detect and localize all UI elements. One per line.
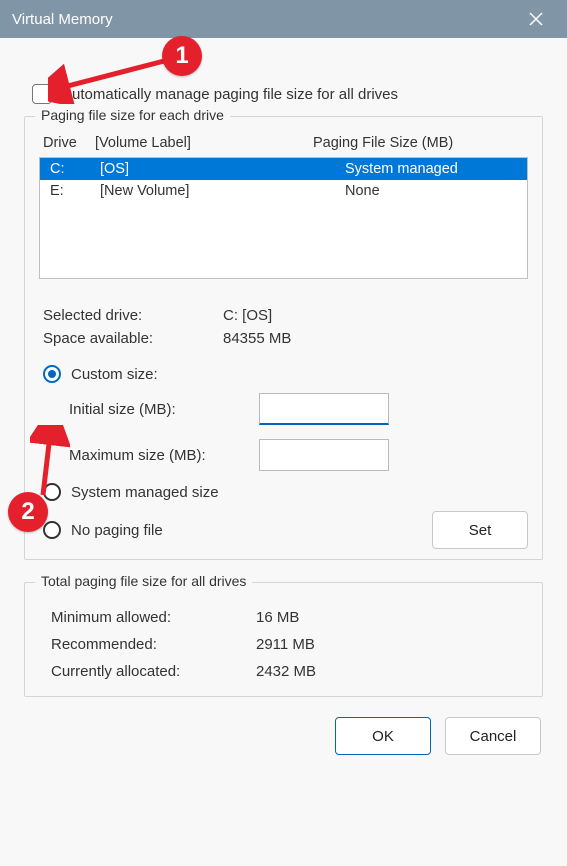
totals-group-title: Total paging file size for all drives <box>35 573 252 589</box>
auto-manage-checkbox[interactable] <box>32 84 52 104</box>
space-available-label: Space available: <box>43 330 223 347</box>
totals-group: Total paging file size for all drives Mi… <box>24 582 543 697</box>
min-allowed-value: 16 MB <box>256 609 520 626</box>
radio-custom-size[interactable] <box>43 365 61 383</box>
initial-size-label: Initial size (MB): <box>69 401 259 418</box>
set-button[interactable]: Set <box>432 511 528 549</box>
drive-letter: E: <box>50 183 100 199</box>
annotation-badge-1: 1 <box>162 36 202 76</box>
drive-list-header: Drive [Volume Label] Paging File Size (M… <box>39 131 528 157</box>
selected-drive-value: C: [OS] <box>223 307 524 324</box>
annotation-badge-2: 2 <box>8 492 48 532</box>
window-title: Virtual Memory <box>12 11 113 28</box>
radio-no-paging[interactable] <box>43 521 61 539</box>
selected-drive-label: Selected drive: <box>43 307 223 324</box>
close-button[interactable] <box>517 0 555 38</box>
titlebar[interactable]: Virtual Memory <box>0 0 567 38</box>
drive-volume: [New Volume] <box>100 183 345 199</box>
drive-row[interactable]: E: [New Volume] None <box>40 180 527 202</box>
close-icon <box>529 12 543 26</box>
drive-paging: System managed <box>345 161 517 177</box>
ok-button[interactable]: OK <box>335 717 431 755</box>
currently-allocated-label: Currently allocated: <box>51 663 256 680</box>
drive-row[interactable]: C: [OS] System managed <box>40 158 527 180</box>
space-available-value: 84355 MB <box>223 330 524 347</box>
maximum-size-label: Maximum size (MB): <box>69 447 259 464</box>
recommended-label: Recommended: <box>51 636 256 653</box>
drives-group: Paging file size for each drive Drive [V… <box>24 116 543 560</box>
auto-manage-label: Automatically manage paging file size fo… <box>62 86 398 103</box>
radio-system-managed[interactable] <box>43 483 61 501</box>
drive-letter: C: <box>50 161 100 177</box>
header-drive: Drive <box>43 135 95 151</box>
header-volume: [Volume Label] <box>95 135 313 151</box>
drive-listbox[interactable]: C: [OS] System managed E: [New Volume] N… <box>39 157 528 279</box>
radio-system-label: System managed size <box>71 484 219 501</box>
currently-allocated-value: 2432 MB <box>256 663 520 680</box>
min-allowed-label: Minimum allowed: <box>51 609 256 626</box>
drives-group-title: Paging file size for each drive <box>35 107 230 123</box>
drive-paging: None <box>345 183 517 199</box>
cancel-button[interactable]: Cancel <box>445 717 541 755</box>
drive-volume: [OS] <box>100 161 345 177</box>
radio-no-paging-label: No paging file <box>71 522 163 539</box>
recommended-value: 2911 MB <box>256 636 520 653</box>
header-paging-size: Paging File Size (MB) <box>313 135 524 151</box>
radio-custom-label: Custom size: <box>71 366 158 383</box>
initial-size-input[interactable] <box>259 393 389 425</box>
maximum-size-input[interactable] <box>259 439 389 471</box>
